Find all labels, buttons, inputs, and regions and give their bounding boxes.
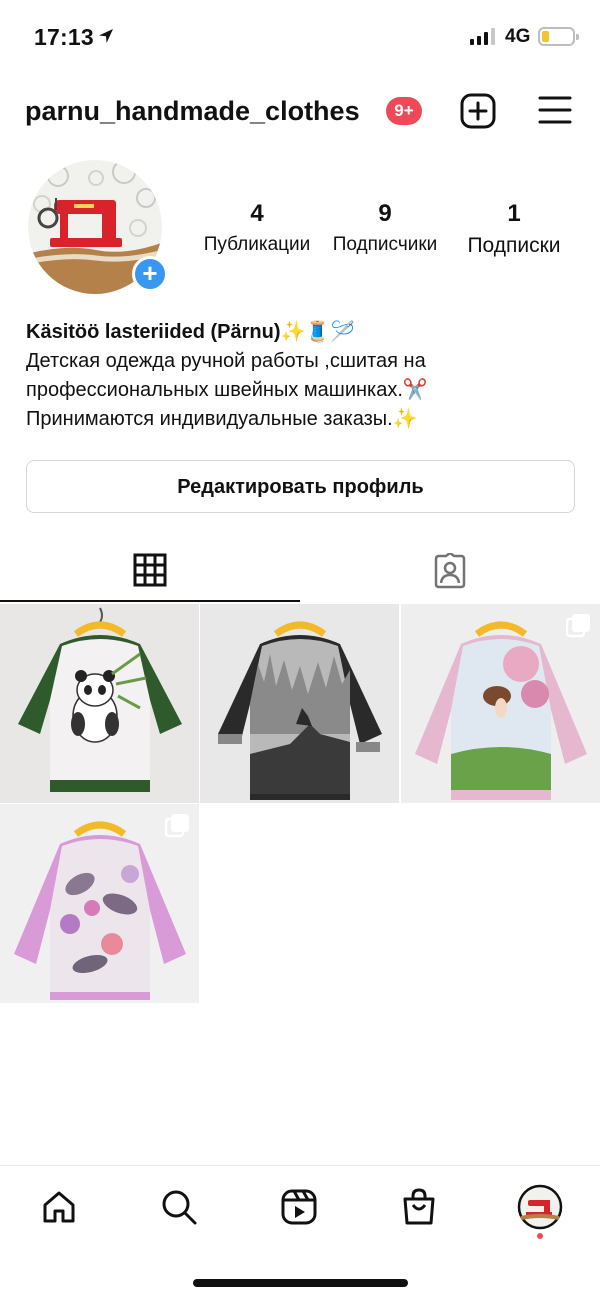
grid-icon <box>133 553 167 587</box>
bio-line: профессиональных швейных машинках.✂️ <box>26 379 428 401</box>
stat-followers[interactable]: 9 Подписчики <box>326 200 444 256</box>
status-time: 17:13 <box>34 24 94 50</box>
stat-posts[interactable]: 4 Публикации <box>198 200 316 256</box>
nav-search[interactable] <box>155 1183 203 1231</box>
profile-header: parnu_handmade_clothes 9+ <box>0 86 600 136</box>
tagged-person-icon <box>434 553 466 589</box>
post-thumbnail[interactable] <box>401 604 600 803</box>
tab-posts-grid[interactable] <box>0 540 300 602</box>
multiple-photos-icon <box>566 614 590 638</box>
network-label: 4G <box>505 26 531 47</box>
menu-icon[interactable] <box>538 95 572 125</box>
post-thumbnail[interactable] <box>200 604 399 803</box>
post-thumbnail[interactable] <box>0 804 199 1003</box>
nav-reels[interactable] <box>275 1183 323 1231</box>
location-arrow-icon <box>99 29 113 43</box>
profile-avatar-icon <box>517 1184 563 1230</box>
search-icon <box>162 1190 197 1225</box>
stat-followers-label: Подписчики <box>332 234 438 255</box>
stat-followers-count: 9 <box>378 200 392 227</box>
home-indicator[interactable] <box>193 1279 408 1287</box>
new-post-icon[interactable] <box>460 93 496 129</box>
add-story-button[interactable]: + <box>132 256 168 292</box>
nav-profile[interactable] <box>516 1183 564 1231</box>
home-icon <box>43 1191 75 1223</box>
stat-following[interactable]: 1 Подписки <box>456 200 572 258</box>
signal-icon <box>470 28 495 45</box>
panda-sweatshirt-image <box>0 604 199 803</box>
shopping-bag-icon <box>403 1188 435 1225</box>
status-bar: 17:13 4G <box>0 0 600 72</box>
notification-badge[interactable]: 9+ <box>386 97 422 125</box>
multiple-photos-icon <box>165 814 189 838</box>
stat-posts-count: 4 <box>250 200 264 227</box>
stat-posts-label: Публикации <box>203 234 311 255</box>
bio-line: Принимаются индивидуальные заказы.✨ <box>26 408 418 430</box>
nav-shop[interactable] <box>395 1183 443 1231</box>
tab-tagged[interactable] <box>300 540 600 602</box>
stat-following-label: Подписки <box>467 234 561 257</box>
wolf-sweatshirt-image <box>200 604 399 803</box>
stat-following-count: 1 <box>507 200 521 227</box>
post-thumbnail[interactable] <box>0 604 199 803</box>
edit-profile-button[interactable]: Редактировать профиль <box>26 460 575 513</box>
notification-dot <box>537 1233 543 1239</box>
profile-avatar[interactable]: + <box>26 158 168 296</box>
profile-bio: Käsitöö lasteriided (Pärnu)✨🧵🪡 Детская о… <box>26 318 586 434</box>
nav-home[interactable] <box>35 1183 83 1231</box>
profile-tabs <box>0 540 600 604</box>
profile-display-name: Käsitöö lasteriided (Pärnu)✨🧵🪡 <box>26 321 356 343</box>
bio-line: Детская одежда ручной работы ,сшитая на <box>26 350 426 372</box>
battery-icon <box>538 27 579 46</box>
reels-icon <box>281 1189 317 1225</box>
username[interactable]: parnu_handmade_clothes <box>25 96 360 127</box>
bottom-navigation <box>0 1165 600 1298</box>
